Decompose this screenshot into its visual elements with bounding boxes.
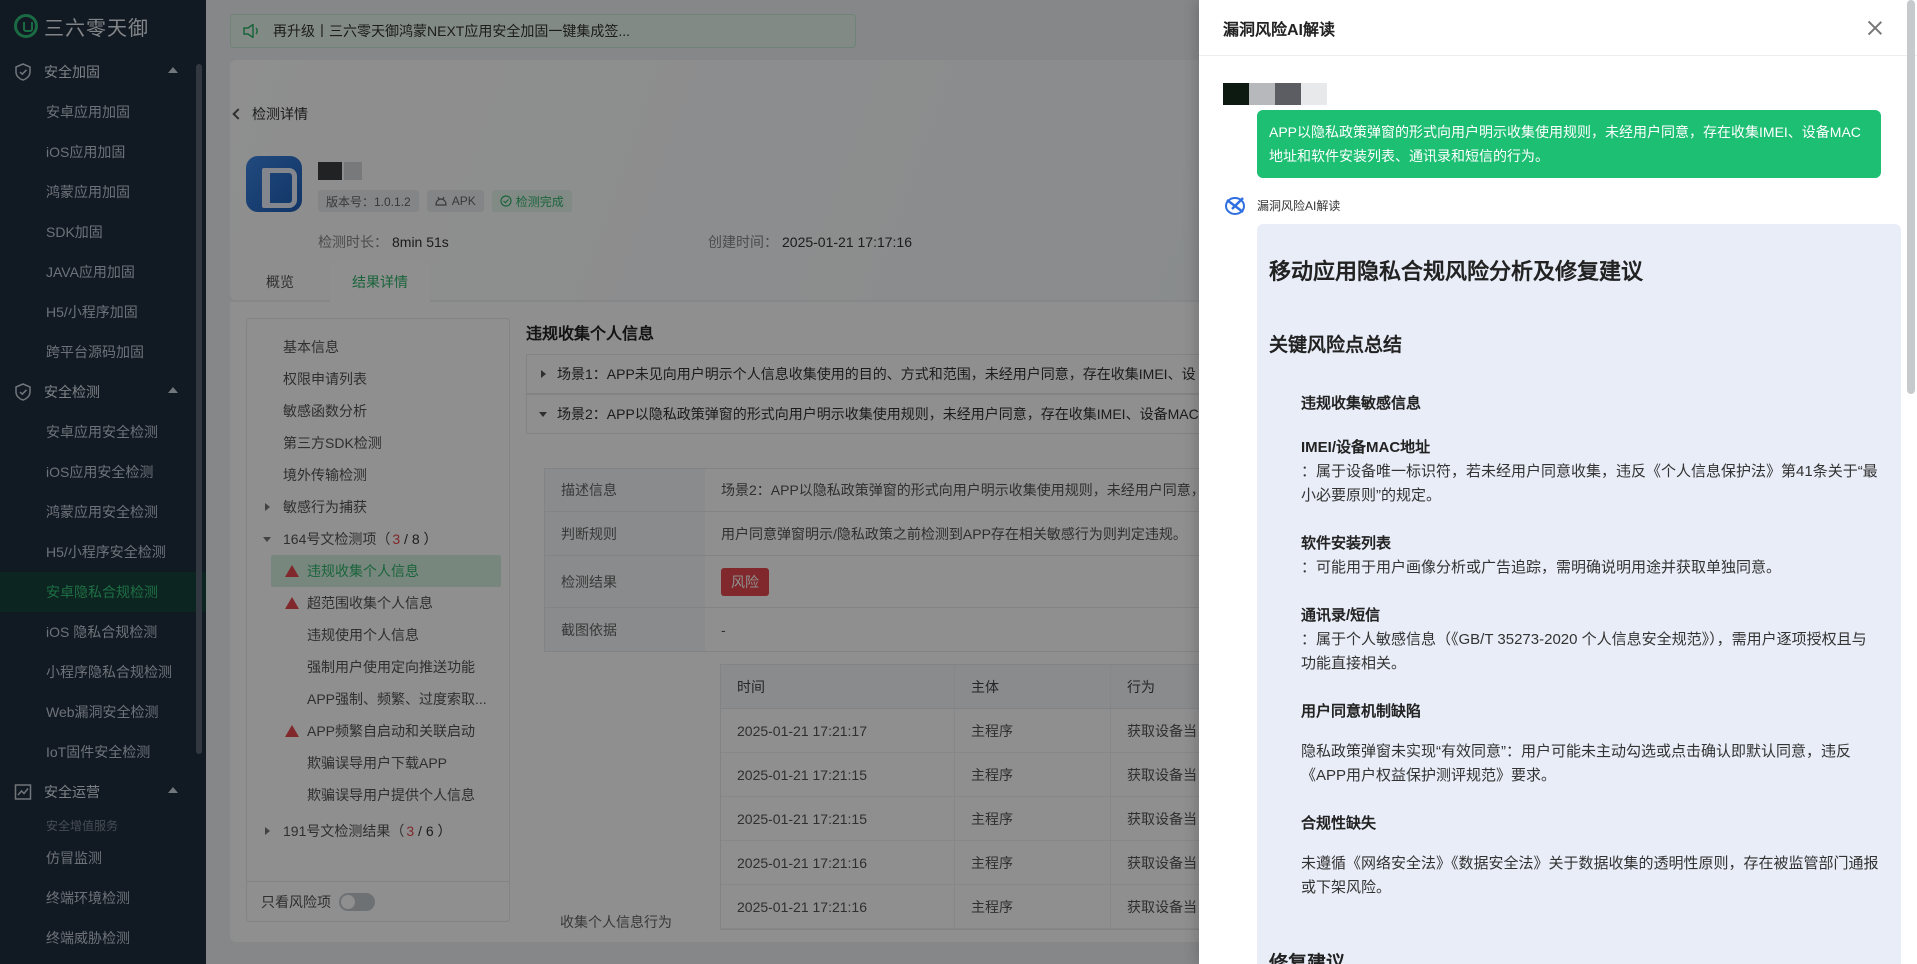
section-heading: 关键风险点总结 <box>1269 335 1403 356</box>
subheading: 合规性缺失 <box>1301 815 1377 832</box>
paragraph: ：属于个人敏感信息（《GB/T 35273-2020 个人信息安全规范》），需用… <box>1301 631 1867 672</box>
section-heading: 修复建议 <box>1269 953 1346 964</box>
user-avatar-redacted <box>1223 83 1327 105</box>
modal-overlay[interactable] <box>0 0 1199 964</box>
subheading: 通讯录/短信 <box>1301 607 1381 624</box>
paragraph: 未遵循《网络安全法》《数据安全法》关于数据收集的透明性原则，存在被监管部门通报或… <box>1301 855 1879 896</box>
ai-logo-icon <box>1225 197 1245 215</box>
subheading: IMEI/设备MAC地址 <box>1301 439 1431 456</box>
paragraph: ：属于设备唯一标识符，若未经用户同意收集，违反《个人信息保护法》第41条关于“最… <box>1301 463 1878 504</box>
drawer-header: 漏洞风险AI解读 <box>1199 0 1917 56</box>
ai-analysis-drawer: 漏洞风险AI解读 APP以隐私政策弹窗的形式向用户明示收集使用规则，未经用户同意… <box>1199 0 1917 964</box>
close-icon[interactable] <box>1867 20 1883 36</box>
response-title: 移动应用隐私合规风险分析及修复建议 <box>1269 259 1644 284</box>
drawer-scrollbar[interactable] <box>1907 0 1915 394</box>
subheading: 违规收集敏感信息 <box>1301 395 1422 412</box>
drawer-title: 漏洞风险AI解读 <box>1223 21 1336 39</box>
subheading: 软件安装列表 <box>1301 535 1392 552</box>
subheading: 用户同意机制缺陷 <box>1301 703 1422 720</box>
ai-sender: 漏洞风险AI解读 <box>1223 194 1340 216</box>
paragraph: ：可能用于用户画像分析或广告追踪，需明确说明用途并获取单独同意。 <box>1301 559 1782 576</box>
paragraph: 隐私政策弹窗未实现“有效同意”：用户可能未主动勾选或点击确认即默认同意，违反《A… <box>1301 743 1851 784</box>
user-message: APP以隐私政策弹窗的形式向用户明示收集使用规则，未经用户同意，存在收集IMEI… <box>1257 110 1881 178</box>
ai-sender-name: 漏洞风险AI解读 <box>1257 198 1341 213</box>
ai-response-card: 移动应用隐私合规风险分析及修复建议 关键风险点总结 违规收集敏感信息 IMEI/… <box>1257 224 1901 964</box>
